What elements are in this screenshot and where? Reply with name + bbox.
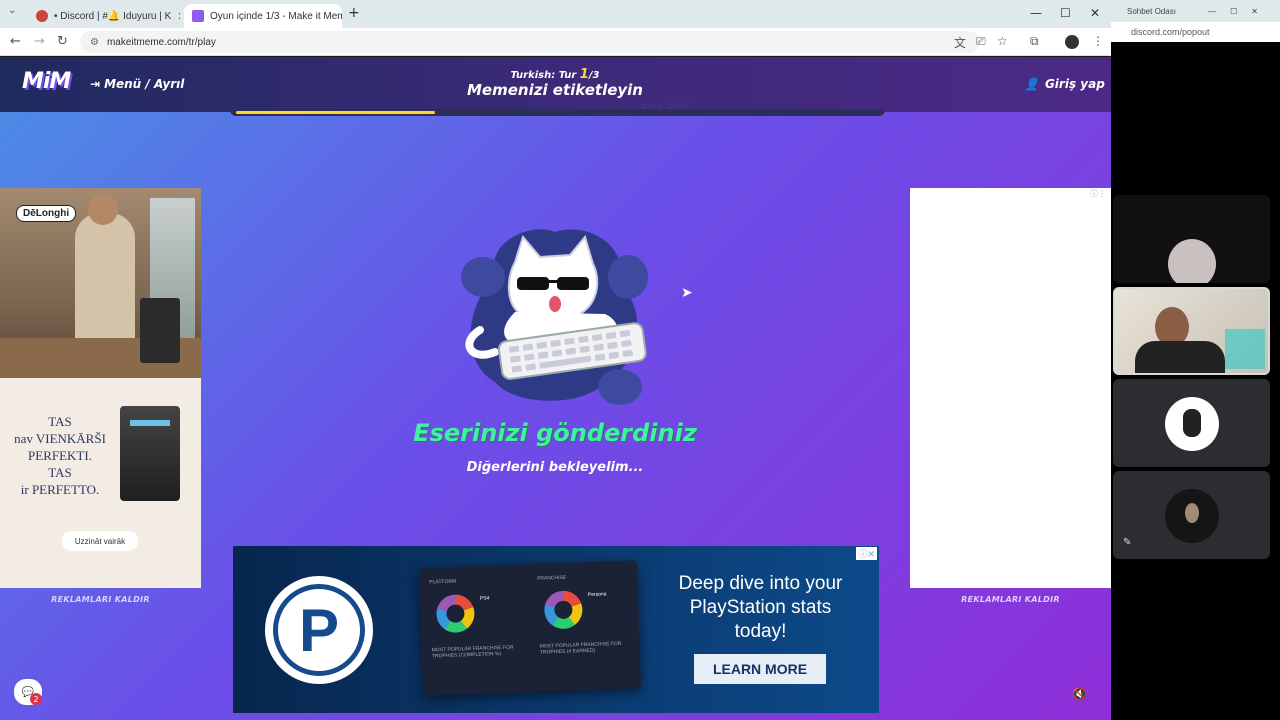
participant-face [1168,239,1216,283]
discord-window-controls[interactable]: —☐✕ [1208,7,1272,16]
card-caption: MOST POPULAR FRANCHISE FOR TROPHIES (# E… [539,640,622,656]
ad-choices-icon[interactable]: ⓘ✕ [856,547,877,560]
left-ad-banner[interactable]: DēLonghi TAS nav VIENKĀRŠI PERFEKTI. TAS… [0,188,201,588]
waiting-message: Diğerlerini bekleyelim... [466,460,644,475]
game-page: MiM ⇥ Menü / Ayrıl Turkish: Tur 1/3 Meme… [0,57,1111,720]
discord-favicon-icon [36,10,48,22]
learn-more-button[interactable]: LEARN MORE [694,654,826,684]
discord-url-bar: discord.com/popout [1111,22,1280,42]
ad-headline: Deep dive into your PlayStation stats to… [678,573,843,642]
round-total: /3 [588,70,600,81]
round-indicator: Turkish: Tur 1/3 [430,67,680,82]
card-title: PLATFORM [429,578,457,586]
background-monitor [1225,329,1265,369]
page-title: Memenizi etiketleyin [466,81,643,99]
delonghi-logo: DēLonghi [16,205,77,222]
ad-person-head [88,193,118,225]
exit-icon: ⇥ [90,77,101,91]
round-current: 1 [579,67,589,82]
cat-typing-mascot [461,229,648,405]
login-label: Giriş yap [1044,77,1105,91]
card-caption: MOST POPULAR FRANCHISE FOR TROPHIES (COM… [431,644,514,660]
address-bar[interactable]: ⚙ makeitmeme.com/tr/play [80,31,980,53]
chat-unread-badge: 2 [30,693,42,705]
muted-mic-icon: ✎ [1123,537,1132,548]
ghost-caption: alev alev [640,101,691,112]
extensions-icon[interactable]: ⧉ [1030,34,1039,49]
psnprofiles-logo: P [265,576,373,684]
site-header: MiM ⇥ Menü / Ayrıl Turkish: Tur 1/3 Meme… [0,57,1111,112]
tab-strip: ⌄ • Discord | #🔔 Iduyuru | K ✕ Oyun için… [0,0,1111,28]
mouse-cursor-icon: ➤ [681,285,693,301]
discord-popout-window: Sohbet Odası —☐✕ discord.com/popout ✎ [1111,0,1280,720]
card-label: Persona [587,591,607,598]
ad-line: nav VIENKĀRŠI [14,431,106,446]
browser-toolbar: ← → ↻ ⚙ makeitmeme.com/tr/play 文 ⎚ ☆ ⧉ ⋮ [0,28,1111,56]
site-info-icon[interactable]: ⚙ [90,37,99,48]
ad-stats-card: PLATFORM FRANCHISE PS4 Persona MOST POPU… [418,560,642,696]
tab-search-icon[interactable]: ⌄ [8,5,16,16]
video-tile[interactable] [1113,287,1270,375]
tab-label: Oyun içinde 1/3 - Make it Mem [210,10,342,22]
meme-favicon-icon [192,10,204,22]
url-text: makeitmeme.com/tr/play [106,36,216,48]
ad-info-icon[interactable]: ⓘ⋮ [180,188,196,199]
round-prefix: Turkish: Tur [510,70,580,81]
more-menu-icon[interactable]: ⋮ [1092,34,1104,48]
forward-icon[interactable]: → [34,34,45,49]
ad-line: TAS [48,414,72,429]
round-progress-fill [236,111,435,114]
tab-discord[interactable]: • Discord | #🔔 Iduyuru | K ✕ [28,4,180,28]
card-label: PS4 [479,595,490,602]
menu-leave-button[interactable]: ⇥ Menü / Ayrıl [90,77,184,91]
sound-muted-icon[interactable]: 🔇 [1072,687,1087,701]
ad-line: TAS [48,465,72,480]
login-button[interactable]: 👤 Giriş yap [1024,77,1105,91]
tab-label: • Discord | #🔔 Iduyuru | K [54,10,172,22]
reload-icon[interactable]: ↻ [57,34,68,49]
right-ad-banner[interactable] [910,188,1111,588]
donut-chart-icon [543,590,584,630]
tab-makeitmeme[interactable]: Oyun içinde 1/3 - Make it Mem ✕ [184,4,342,28]
ad-learn-more-button[interactable]: Uzzināt vairāk [62,531,138,551]
translate-icon[interactable]: 文 [954,34,966,51]
donut-chart-icon [435,593,476,634]
video-tile[interactable] [1113,195,1270,283]
ad-product-image [120,406,180,501]
ad-info-icon[interactable]: ⓘ⋮ [1090,188,1106,199]
ad-line: PERFEKTI. [28,448,92,463]
new-tab-button[interactable]: + [348,5,360,21]
ad-coffee-machine [140,298,180,363]
bottom-ad-banner[interactable]: P PLATFORM FRANCHISE PS4 Persona MOST PO… [233,546,879,713]
participant-body [1135,341,1225,373]
site-logo[interactable]: MiM [22,69,71,94]
remove-ads-link-left[interactable]: REKLAMLARI KALDIR [0,595,201,604]
participant-avatar [1165,489,1219,543]
discord-title: Sohbet Odası [1127,6,1176,16]
bookmark-star-icon[interactable]: ☆ [997,34,1008,48]
menu-label: Menü / Ayrıl [104,77,185,91]
minimize-button[interactable]: — [1030,6,1042,20]
close-tab-icon[interactable]: ✕ [177,10,180,23]
user-icon: 👤 [1024,77,1039,91]
avatar-tile[interactable]: ✎ [1113,471,1270,559]
ad-slogan: TAS nav VIENKĀRŠI PERFEKTI. TAS ir PERFE… [10,413,110,498]
card-title: FRANCHISE [537,574,567,582]
submission-status-title: Eserinizi gönderdiniz [413,419,697,447]
profile-avatar[interactable] [1065,35,1079,49]
ad-line: ir PERFETTO. [20,482,100,497]
remove-ads-link-right[interactable]: REKLAMLARI KALDIR [910,595,1111,604]
avatar-face [1185,503,1199,523]
browser-window: ⌄ • Discord | #🔔 Iduyuru | K ✕ Oyun için… [0,0,1111,720]
back-icon[interactable]: ← [10,34,21,49]
cast-icon[interactable]: ⎚ [976,34,986,49]
logo-letter: P [273,584,365,676]
avatar-tile[interactable] [1113,379,1270,467]
close-window-button[interactable]: ✕ [1090,6,1100,20]
avatar-penguin-icon [1183,409,1201,437]
discord-title-bar: Sohbet Odası —☐✕ [1111,0,1280,22]
ad-product-screen [130,420,170,426]
participant-avatar [1165,397,1219,451]
maximize-button[interactable]: ☐ [1060,6,1071,20]
